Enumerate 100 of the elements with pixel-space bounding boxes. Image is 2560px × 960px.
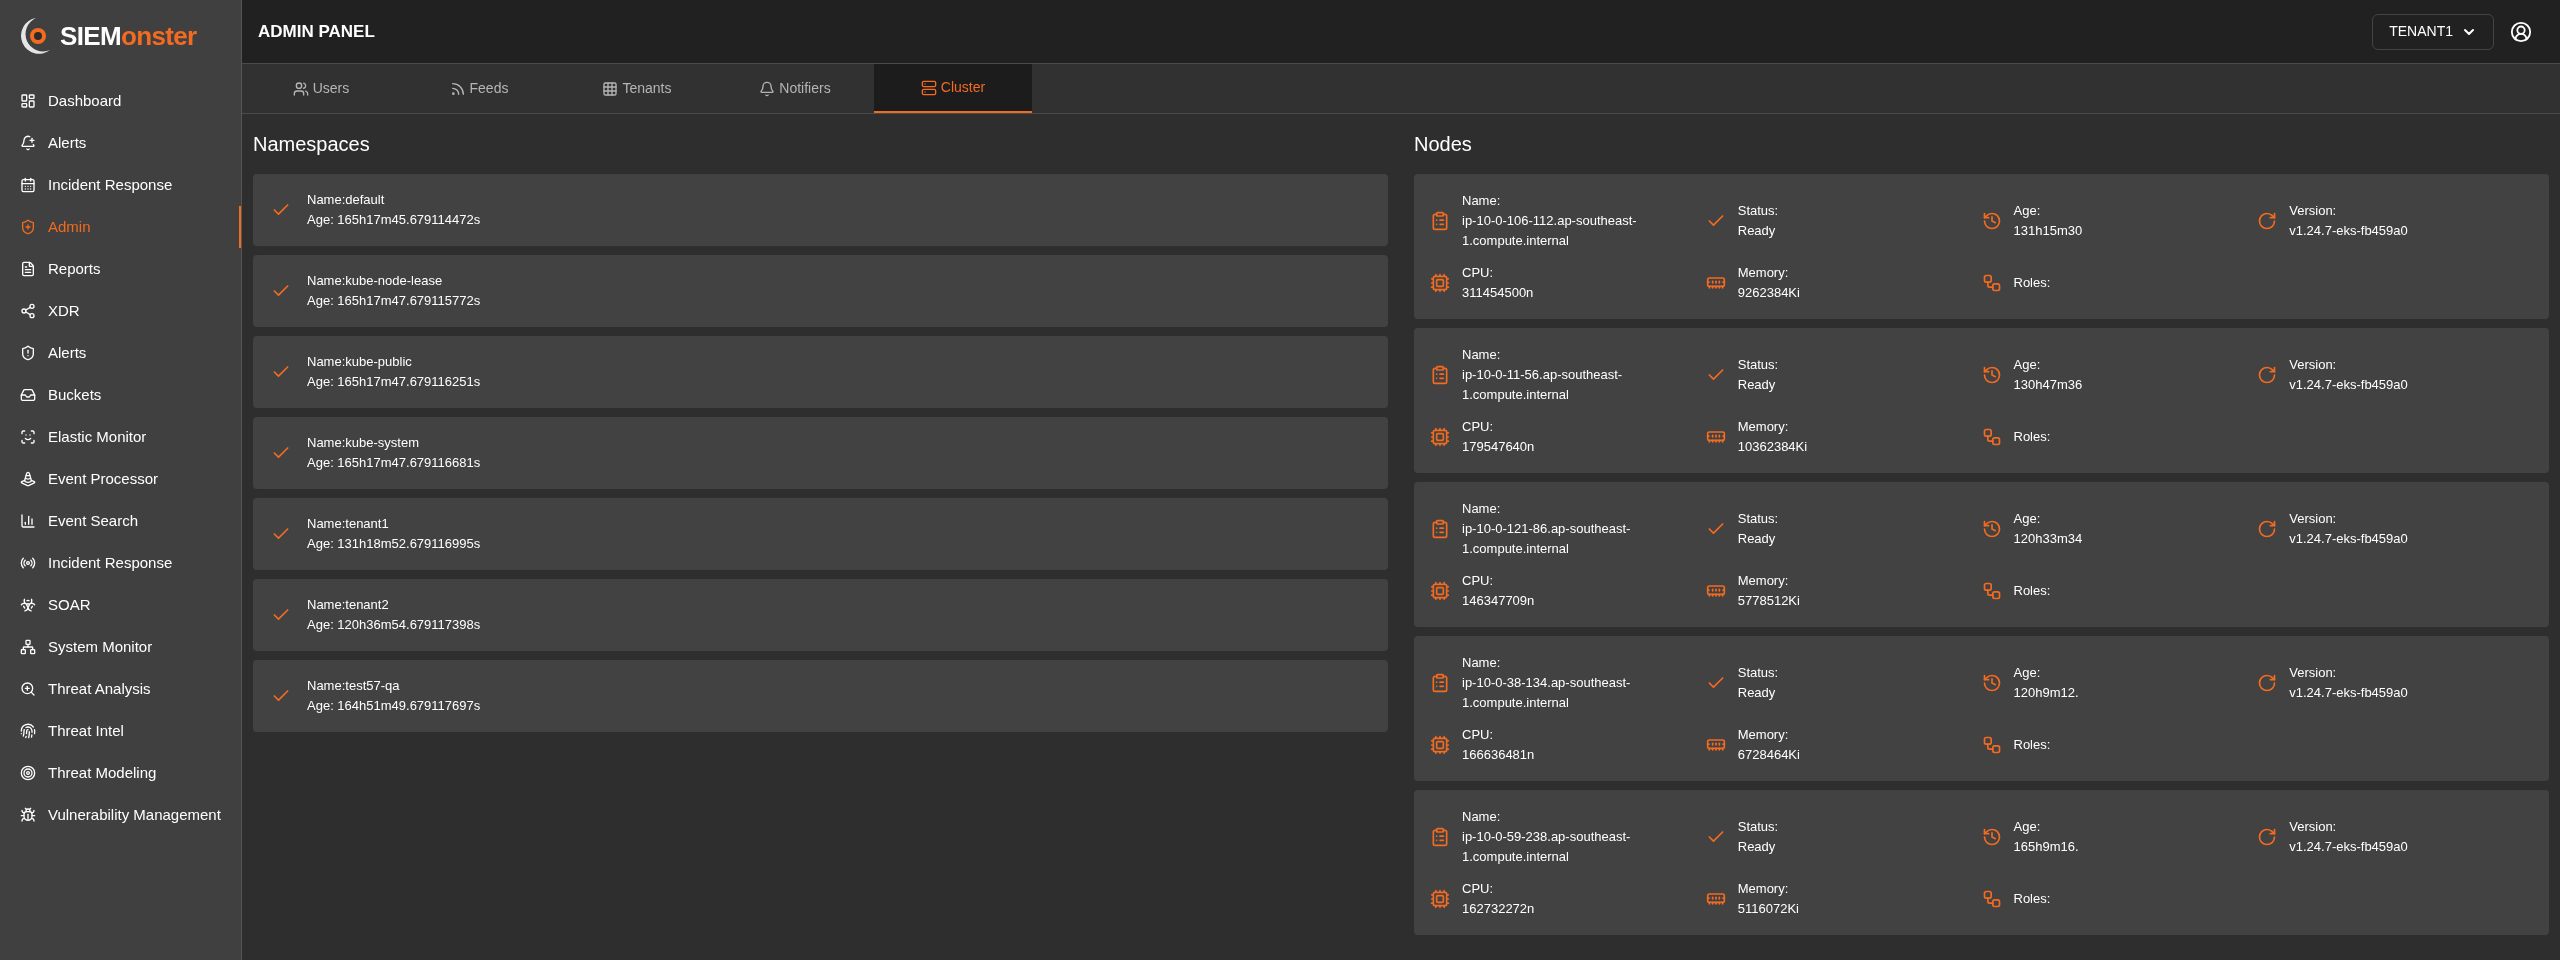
chip-icon xyxy=(1430,734,1450,755)
namespace-age: Age: 120h36m54.679117398s xyxy=(307,616,481,634)
sidebar-item[interactable]: Threat Analysis xyxy=(0,668,241,710)
sidebar-item[interactable]: Threat Modeling xyxy=(0,752,241,794)
grid-icon xyxy=(602,80,619,97)
tab[interactable]: Cluster xyxy=(874,64,1032,113)
field-label: Roles: xyxy=(2013,273,2051,292)
biohazard-icon xyxy=(20,597,36,613)
sidebar-item[interactable]: Dashboard xyxy=(0,80,241,122)
namespace-name: Name:tenant2 xyxy=(307,596,390,614)
field-value: 165h9m16. xyxy=(2013,837,2079,856)
namespace-age: Age: 165h17m47.679116681s xyxy=(307,454,481,472)
sidebar-item[interactable]: Event Search xyxy=(0,500,241,542)
field-value: 130h47m36 xyxy=(2013,375,2083,394)
field-value: 166636481n xyxy=(1462,745,1535,764)
search-icon xyxy=(20,681,36,697)
namespace-name: Name:test57-qa xyxy=(307,677,401,695)
field-value: Ready xyxy=(1737,221,1777,240)
history-icon xyxy=(1981,210,2002,231)
sidebar-item[interactable]: Vulnerability Management xyxy=(0,794,241,836)
share-icon xyxy=(20,303,36,319)
field-value: v1.24.7-eks-fb459a0 xyxy=(2289,221,2408,240)
document-icon xyxy=(20,261,36,277)
sidebar-item[interactable]: Elastic Monitor xyxy=(0,416,241,458)
hierarchy-icon xyxy=(1981,426,2002,447)
field-label: CPU: xyxy=(1462,263,1495,282)
section-heading: Nodes xyxy=(1414,132,1473,157)
field-value: ip-10-0-38-134.ap-southeast-1.compute.internal xyxy=(1462,673,1632,712)
namespace-age: Age: 164h51m49.679117697s xyxy=(307,697,481,715)
field-label: Age: xyxy=(2013,355,2042,374)
logo-wordmark: SIEMonster xyxy=(60,23,197,49)
field-value: 131h15m30 xyxy=(2013,221,2083,240)
refresh-icon xyxy=(2257,210,2278,231)
clipboard-icon xyxy=(1430,364,1450,385)
tab[interactable]: Notifiers xyxy=(716,64,874,113)
dashboard-icon xyxy=(20,93,36,109)
history-icon xyxy=(1981,364,2002,385)
field-label: Memory: xyxy=(1737,571,1790,590)
field-value: 146347709n xyxy=(1462,591,1535,610)
sidebar-item[interactable]: Incident Response xyxy=(0,542,241,584)
clipboard-icon xyxy=(1430,826,1450,847)
tenant-dropdown[interactable]: TENANT1 xyxy=(2372,13,2494,50)
user-account-icon[interactable] xyxy=(2510,20,2532,43)
sidebar-item[interactable]: Buckets xyxy=(0,374,241,416)
field-label: CPU: xyxy=(1462,879,1495,898)
field-value: v1.24.7-eks-fb459a0 xyxy=(2289,683,2408,702)
field-label: Version: xyxy=(2289,355,2338,374)
field-label: Roles: xyxy=(2013,889,2051,908)
clipboard-icon xyxy=(1430,672,1450,693)
history-icon xyxy=(1981,826,2002,847)
field-value: ip-10-0-121-86.ap-southeast-1.compute.internal xyxy=(1462,519,1632,558)
namespace-name: Name:kube-node-lease xyxy=(307,272,444,290)
fingerprint-icon xyxy=(20,723,36,739)
refresh-icon xyxy=(2257,672,2278,693)
refresh-icon xyxy=(2257,518,2278,539)
field-label: CPU: xyxy=(1462,725,1495,744)
field-label: Memory: xyxy=(1737,879,1790,898)
sidebar-item[interactable]: Reports xyxy=(0,248,241,290)
tab[interactable]: Feeds xyxy=(400,64,558,113)
tray-icon xyxy=(20,387,36,403)
namespace-name: Name:kube-public xyxy=(307,353,413,371)
field-value: Ready xyxy=(1737,375,1777,394)
clipboard-icon xyxy=(1430,518,1450,539)
hierarchy-icon xyxy=(1981,580,2002,601)
field-label: CPU: xyxy=(1462,417,1495,436)
field-value: v1.24.7-eks-fb459a0 xyxy=(2289,837,2408,856)
calendar-icon xyxy=(20,177,36,193)
tab[interactable]: Tenants xyxy=(558,64,716,113)
field-label: Status: xyxy=(1737,201,1779,220)
section-heading: Namespaces xyxy=(253,132,371,157)
field-value: ip-10-0-59-238.ap-southeast-1.compute.internal xyxy=(1462,827,1632,866)
field-value: 9262384Ki xyxy=(1737,283,1800,302)
sidebar-item[interactable]: Incident Response xyxy=(0,164,241,206)
sidebar-item[interactable]: System Monitor xyxy=(0,626,241,668)
sidebar-item[interactable]: XDR xyxy=(0,290,241,332)
field-value: Ready xyxy=(1737,529,1777,548)
sidebar-item[interactable]: SOAR xyxy=(0,584,241,626)
users-icon xyxy=(292,80,309,97)
cone-icon xyxy=(20,471,36,487)
field-label: Memory: xyxy=(1737,263,1790,282)
scan-icon xyxy=(20,429,36,445)
sidebar-item[interactable]: Event Processor xyxy=(0,458,241,500)
history-icon xyxy=(1981,518,2002,539)
bar-chart-icon xyxy=(20,513,36,529)
field-value: 120h9m12. xyxy=(2013,683,2079,702)
tab[interactable]: Users xyxy=(242,64,400,113)
field-label: Name: xyxy=(1462,499,1502,518)
sidebar-item[interactable]: Alerts xyxy=(0,122,241,164)
sidebar-item[interactable]: Threat Intel xyxy=(0,710,241,752)
field-value: ip-10-0-106-112.ap-southeast-1.compute.internal xyxy=(1462,211,1638,250)
refresh-icon xyxy=(2257,826,2278,847)
field-label: Name: xyxy=(1462,807,1502,826)
field-label: Version: xyxy=(2289,201,2338,220)
feed-icon xyxy=(449,80,466,97)
bell-icon xyxy=(759,80,776,97)
bell-icon xyxy=(20,135,36,151)
field-value: 311454500n xyxy=(1462,283,1534,302)
chip-icon xyxy=(1430,272,1450,293)
sidebar-item[interactable]: Alerts xyxy=(0,332,241,374)
field-label: Roles: xyxy=(2013,581,2051,600)
